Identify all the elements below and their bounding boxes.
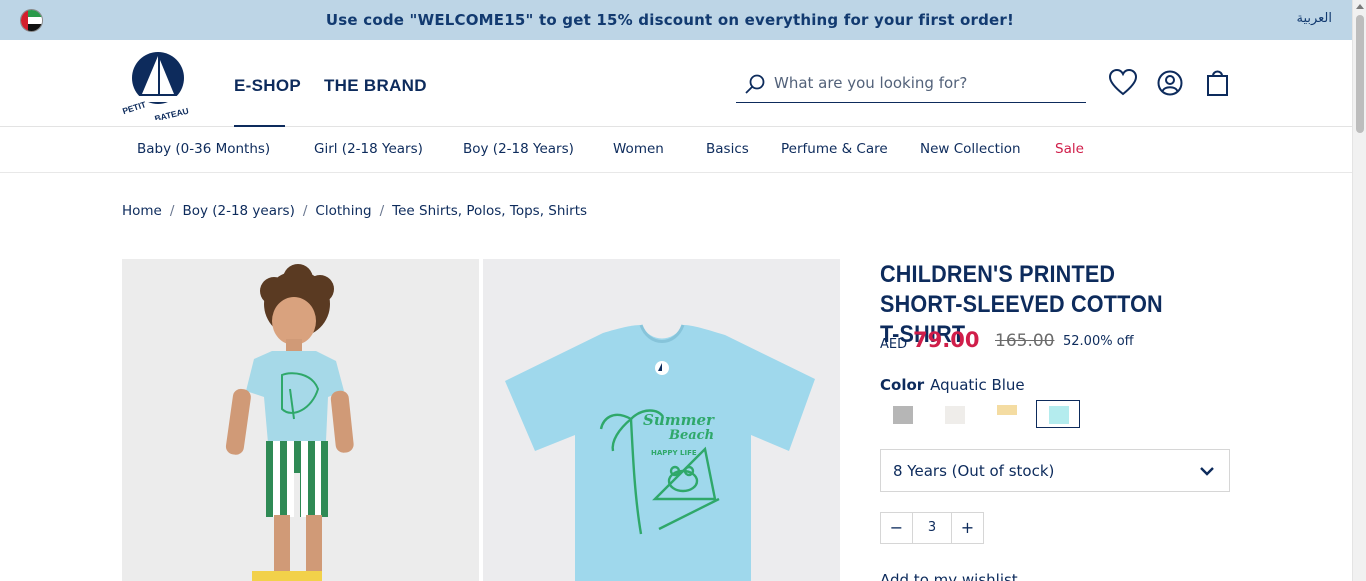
color-swatch-yellow[interactable]: [984, 400, 1028, 428]
petit-bateau-logo[interactable]: PETIT BATEAU: [120, 48, 196, 120]
swatch-fill: [997, 405, 1017, 415]
model-photo: [122, 259, 479, 581]
search-input[interactable]: [774, 71, 1074, 95]
color-label: Color: [880, 376, 925, 394]
discount-label: 52.00% off: [1063, 334, 1134, 349]
size-select[interactable]: 8 Years (Out of stock): [880, 449, 1230, 492]
scroll-up-arrow-icon[interactable]: [1356, 4, 1364, 9]
breadcrumb-clothing[interactable]: Clothing: [315, 203, 371, 219]
print-text-happy-life: HAPPY LIFE: [651, 449, 697, 457]
svg-text:PETIT: PETIT: [121, 99, 148, 116]
color-swatch-white[interactable]: [932, 400, 976, 428]
scrollbar-thumb[interactable]: [1356, 15, 1364, 133]
user-icon[interactable]: [1156, 68, 1186, 98]
category-perfume-care[interactable]: Perfume & Care: [781, 141, 888, 157]
category-women[interactable]: Women: [613, 141, 664, 157]
breadcrumb-boy[interactable]: Boy (2-18 years): [182, 203, 294, 219]
add-to-wishlist-link[interactable]: Add to my wishlist: [880, 571, 1018, 581]
site-header: PETIT BATEAU E-SHOP THE BRAND: [0, 40, 1352, 127]
nav-the-brand[interactable]: THE BRAND: [324, 76, 427, 96]
breadcrumb-separator: /: [379, 203, 385, 219]
category-boy[interactable]: Boy (2-18 Years): [463, 141, 574, 157]
breadcrumb-separator: /: [169, 203, 175, 219]
quantity-increase-button[interactable]: +: [951, 513, 983, 543]
svg-text:BATEAU: BATEAU: [154, 106, 190, 120]
category-baby[interactable]: Baby (0-36 Months): [137, 141, 270, 157]
promo-text: Use code "WELCOME15" to get 15% discount…: [325, 11, 1015, 29]
color-value: Aquatic Blue: [930, 376, 1025, 394]
tshirt-photo: Summer Beach HAPPY LIFE: [483, 259, 840, 581]
size-selected-value: 8 Years (Out of stock): [893, 462, 1055, 480]
chevron-down-icon: [1200, 467, 1214, 476]
color-row: Color Aquatic Blue: [880, 376, 1025, 394]
wishlist-label: Add to my wishlist: [880, 571, 1018, 581]
search-icon: [745, 74, 765, 94]
category-sale[interactable]: Sale: [1055, 141, 1084, 157]
category-nav: Baby (0-36 Months) Girl (2-18 Years) Boy…: [0, 127, 1352, 173]
promo-bar: Use code "WELCOME15" to get 15% discount…: [0, 0, 1352, 40]
color-swatch-grey[interactable]: [880, 400, 924, 428]
breadcrumb-home[interactable]: Home: [122, 203, 162, 219]
breadcrumb-tee-shirts[interactable]: Tee Shirts, Polos, Tops, Shirts: [392, 203, 587, 219]
print-text-beach: Beach: [668, 428, 714, 443]
swatch-fill: [945, 406, 965, 424]
swatch-fill: [893, 406, 913, 424]
nav-eshop[interactable]: E-SHOP: [234, 76, 301, 96]
category-girl[interactable]: Girl (2-18 Years): [314, 141, 423, 157]
print-text-summer: Summer: [643, 411, 715, 429]
category-new-collection[interactable]: New Collection: [920, 141, 1021, 157]
category-basics[interactable]: Basics: [706, 141, 749, 157]
color-swatch-aquatic-blue[interactable]: [1036, 400, 1080, 428]
breadcrumb: Home / Boy (2-18 years) / Clothing / Tee Shirt…: [122, 203, 587, 219]
product-image-tshirt[interactable]: Summer Beach HAPPY LIFE: [483, 259, 840, 581]
language-switch-link[interactable]: العربية: [1296, 11, 1332, 26]
quantity-decrease-button[interactable]: −: [881, 513, 913, 543]
heart-icon[interactable]: [1108, 68, 1138, 98]
page-scrollbar[interactable]: [1352, 0, 1366, 581]
currency-label: AED: [880, 337, 908, 352]
sale-price: 79.00: [913, 328, 980, 352]
shopping-bag-icon[interactable]: [1204, 68, 1234, 98]
breadcrumb-separator: /: [302, 203, 308, 219]
quantity-stepper: − 3 +: [880, 512, 984, 544]
quantity-value[interactable]: 3: [913, 513, 951, 543]
search-bar[interactable]: [736, 65, 1086, 103]
swatch-fill: [1049, 406, 1069, 424]
original-price: 165.00: [995, 331, 1055, 351]
product-image-model[interactable]: [122, 259, 479, 581]
